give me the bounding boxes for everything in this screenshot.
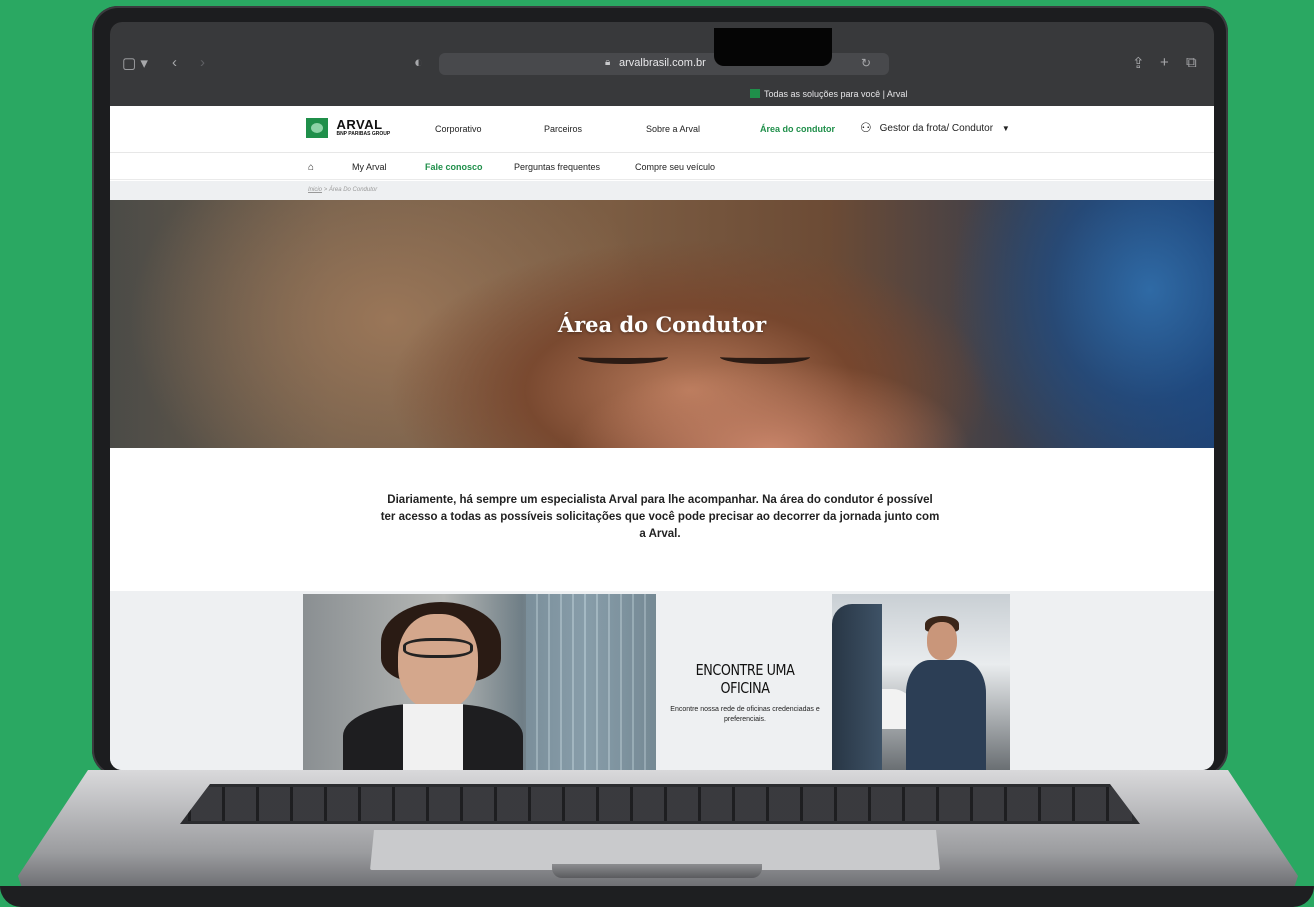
nav-corporativo[interactable]: Corporativo [435, 124, 482, 134]
laptop-screen: ▢ ▾ ‹ › ◐ 🔒︎ arvalbrasil.com.br ↻ ⇪ + ⧉ … [110, 22, 1214, 770]
mechanic-photo [832, 594, 1010, 770]
web-page: ARVAL BNP PARIBAS GROUP Corporativo Parc… [110, 106, 1214, 770]
subnav-compre-seu-veiculo[interactable]: Compre seu veículo [635, 162, 715, 172]
nav-area-do-condutor[interactable]: Área do condutor [760, 124, 835, 134]
logo-subtitle: BNP PARIBAS GROUP [336, 131, 391, 137]
oficina-card[interactable]: ENCONTRE UMA OFICINA Encontre nossa rede… [670, 661, 820, 725]
laptop-shadow [0, 886, 1314, 907]
woman-glasses-photo [303, 594, 656, 770]
camera-notch [714, 28, 832, 66]
favicon [750, 89, 760, 98]
privacy-shield-icon[interactable]: ◐ [414, 54, 423, 71]
forward-icon[interactable]: › [200, 54, 205, 71]
intro-text: Diariamente, há sempre um especialista A… [380, 494, 940, 540]
subnav-perguntas-frequentes[interactable]: Perguntas frequentes [514, 162, 600, 172]
nav-sobre-a-arval[interactable]: Sobre a Arval [646, 124, 700, 134]
nav-parceiros[interactable]: Parceiros [544, 124, 582, 134]
subnav-fale-conosco[interactable]: Fale conosco [425, 162, 483, 172]
share-icon[interactable]: ⇪ [1132, 54, 1145, 72]
arval-logo[interactable]: ARVAL BNP PARIBAS GROUP [306, 118, 390, 138]
top-navigation: ARVAL BNP PARIBAS GROUP Corporativo Parc… [110, 106, 1214, 153]
address-url: arvalbrasil.com.br [619, 57, 706, 69]
logo-name: ARVAL [336, 117, 383, 132]
reload-icon[interactable]: ↻ [861, 56, 871, 70]
user-menu[interactable]: ⚇ Gestor da frota/ Condutor ▼ [860, 120, 1010, 136]
chevron-down-icon: ▼ [1001, 124, 1010, 133]
home-icon[interactable]: ⌂ [308, 162, 314, 173]
browser-chrome: ▢ ▾ ‹ › ◐ 🔒︎ arvalbrasil.com.br ↻ ⇪ + ⧉ … [110, 22, 1214, 106]
secondary-navigation: ⌂ My Arval Fale conosco Perguntas freque… [110, 154, 1214, 180]
browser-tab[interactable]: Todas as soluções para você | Arval [750, 89, 907, 99]
tab-overview-icon[interactable]: ⧉ [1186, 54, 1197, 71]
oficina-title: ENCONTRE UMA OFICINA [695, 661, 795, 697]
user-menu-label: Gestor da frota/ Condutor [879, 123, 994, 134]
breadcrumb-separator: > [323, 187, 328, 193]
cards-section: ENCONTRE UMA OFICINA Encontre nossa rede… [110, 591, 1214, 770]
breadcrumb-home[interactable]: Inicio [308, 187, 322, 193]
page-title: Área do Condutor [557, 312, 767, 337]
lock-icon: 🔒︎ [605, 57, 611, 68]
hero-banner: Área do Condutor [110, 200, 1214, 448]
arval-logo-mark [306, 118, 328, 138]
keyboard [180, 784, 1140, 824]
breadcrumb-current: Área Do Condutor [328, 187, 378, 193]
user-icon: ⚇ [860, 120, 872, 135]
breadcrumb: Inicio > Área Do Condutor [110, 181, 1214, 200]
back-icon[interactable]: ‹ [172, 54, 177, 71]
oficina-description: Encontre nossa rede de oficinas credenci… [670, 706, 820, 723]
laptop-front-notch [552, 864, 762, 878]
browser-tab-title: Todas as soluções para você | Arval [764, 89, 908, 99]
subnav-my-arval[interactable]: My Arval [352, 162, 387, 172]
sidebar-toggle-icon[interactable]: ▢ ▾ [122, 54, 148, 72]
new-tab-icon[interactable]: + [1160, 54, 1169, 71]
